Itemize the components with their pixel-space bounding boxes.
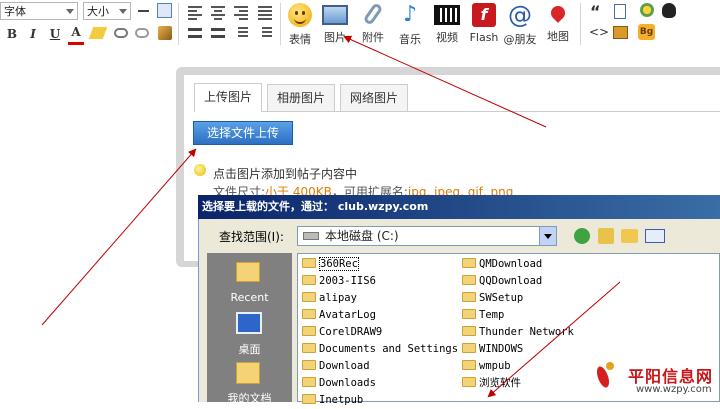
arrow-to-image-button (343, 35, 547, 128)
arrow-to-file-list (487, 281, 621, 398)
annotation-arrows (41, 35, 621, 398)
arrow-to-upload-button (41, 148, 197, 326)
